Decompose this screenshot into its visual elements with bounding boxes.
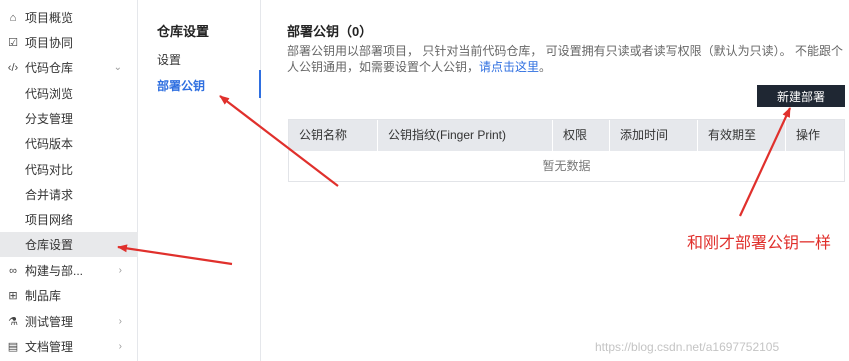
annotation-text: 和刚才部署公钥一样 xyxy=(687,235,832,252)
sidebar-item-label: 仓库设置 xyxy=(25,238,74,252)
package-icon: ⊞ xyxy=(8,290,18,302)
infinity-icon: ∞ xyxy=(9,264,17,277)
watermark: https://blog.csdn.net/a1697752105 xyxy=(595,340,780,354)
column-header: 添加时间 xyxy=(610,120,698,151)
sidebar-item-artifacts[interactable]: ⊞ 制品库 xyxy=(0,283,138,308)
sidebar-item-testing[interactable]: ⚗ 测试管理 › xyxy=(0,309,138,334)
column-header: 操作 xyxy=(796,128,821,142)
table-header: 公钥名称 公钥指纹(Finger Print) 权限 添加时间 有效期至 操作 xyxy=(289,120,844,151)
sidebar-item-build-deploy[interactable]: ∞ 构建与部... › xyxy=(0,258,138,283)
sidebar-item-label: 代码对比 xyxy=(25,163,74,177)
column-header: 公钥名称 xyxy=(289,120,378,151)
settings-nav: 仓库设置 设置 部署公钥 xyxy=(138,0,261,361)
sidebar-item-label: 合并请求 xyxy=(25,188,74,202)
sidebar-item-label: 项目协同 xyxy=(25,36,74,50)
sidebar-item-label: 文档管理 xyxy=(25,340,74,354)
chevron-right-icon: › xyxy=(118,316,122,327)
column-header: 有效期至 xyxy=(698,120,786,151)
chevron-right-icon: › xyxy=(118,341,122,352)
sidebar-item-label: 制品库 xyxy=(25,289,62,303)
sidebar-item-label: 项目概览 xyxy=(25,11,74,25)
code-icon: ‹/› xyxy=(7,61,19,74)
sidebar-item-compare[interactable]: 代码对比 xyxy=(0,157,138,182)
settings-nav-item-settings[interactable]: 设置 xyxy=(157,51,181,68)
column-header: 权限 xyxy=(553,120,610,151)
empty-state: 暂无数据 xyxy=(542,159,591,173)
sidebar-item-branches[interactable]: 分支管理 xyxy=(0,106,138,131)
document-icon: ▤ xyxy=(7,341,19,353)
sidebar-item-label: 代码版本 xyxy=(25,137,74,151)
main-panel: 部署公钥（0） 部署公钥用以部署项目， 只针对当前代码仓库， 可设置拥有只读或者… xyxy=(261,0,849,361)
chevron-down-icon: ⌄ xyxy=(113,62,122,73)
settings-nav-item-deploy-keys[interactable]: 部署公钥 xyxy=(157,77,205,94)
flask-icon: ⚗ xyxy=(8,316,18,328)
description-end: 。 xyxy=(539,60,552,74)
sidebar-item-label: 代码仓库 xyxy=(25,61,74,75)
sidebar-item-merge-requests[interactable]: 合并请求 xyxy=(0,182,138,207)
personal-key-link[interactable]: 请点击这里 xyxy=(479,60,539,74)
sidebar-item-label: 项目网络 xyxy=(25,213,74,227)
description-text: 部署公钥用以部署项目， 只针对当前代码仓库， 可设置拥有只读或者读写权限（默认为… xyxy=(287,44,844,74)
sidebar-item-versions[interactable]: 代码版本 xyxy=(0,131,138,156)
deploy-keys-table: 公钥名称 公钥指纹(Finger Print) 权限 添加时间 有效期至 操作 … xyxy=(288,119,845,182)
sidebar-item-code-browse[interactable]: 代码浏览 xyxy=(0,81,138,106)
settings-nav-title: 仓库设置 xyxy=(157,24,210,39)
page-description: 部署公钥用以部署项目， 只针对当前代码仓库， 可设置拥有只读或者读写权限（默认为… xyxy=(287,43,843,75)
chevron-right-icon: › xyxy=(118,265,122,276)
sidebar-item-label: 分支管理 xyxy=(25,112,74,126)
sidebar-item-label: 代码浏览 xyxy=(25,87,74,101)
sidebar-item-docs[interactable]: ▤ 文档管理 › xyxy=(0,334,138,359)
left-sidebar: ⌂ 项目概览 ☑ 项目协同 ‹/› 代码仓库 ⌄ 代码浏览 分支管理 代码版本 … xyxy=(0,0,138,361)
sidebar-item-code-repo[interactable]: ‹/› 代码仓库 ⌄ xyxy=(0,55,138,80)
sidebar-item-repo-settings[interactable]: 仓库设置 xyxy=(0,232,138,257)
sidebar-item-collaboration[interactable]: ☑ 项目协同 xyxy=(0,30,138,55)
home-icon: ⌂ xyxy=(9,11,17,24)
new-deploy-key-button[interactable]: 新建部署 xyxy=(757,85,845,107)
column-header: 公钥指纹(Finger Print) xyxy=(378,120,553,151)
page-title: 部署公钥（0） xyxy=(287,24,373,39)
sidebar-item-overview[interactable]: ⌂ 项目概览 xyxy=(0,5,138,30)
sidebar-item-network[interactable]: 项目网络 xyxy=(0,207,138,232)
sidebar-item-label: 构建与部... xyxy=(25,264,84,278)
sidebar-item-label: 测试管理 xyxy=(25,315,74,329)
checkbox-icon: ☑ xyxy=(8,37,18,49)
